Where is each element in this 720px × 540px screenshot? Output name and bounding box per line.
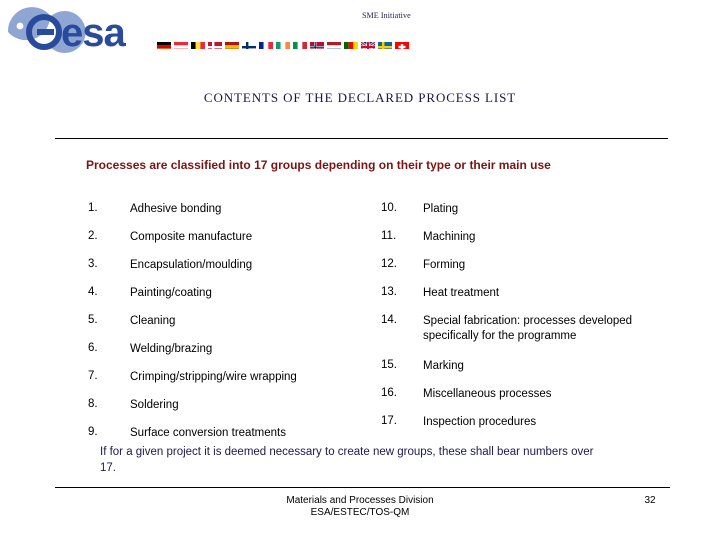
page-title: CONTENTS OF THE DECLARED PROCESS LIST [203,90,517,105]
process-item-number: 6. [88,342,98,354]
process-item-number: 9. [88,426,98,438]
footer-line-2: ESA/ESTEC/TOS-QM [310,507,410,518]
process-item-label: Encapsulation/moulding [130,259,253,271]
flag-finland-icon [242,39,256,49]
process-item-label: Machining [423,231,476,243]
flag-united-kingdom-icon [361,39,375,49]
flag-norway-icon [310,39,324,49]
slide-header: esa SME Initiative [0,0,720,70]
process-item-label: Inspection procedures [423,416,537,428]
process-item-number: 3. [88,258,98,270]
process-item-number: 11. [381,230,397,242]
process-item-number: 12. [381,258,397,270]
flag-ireland-icon [276,39,290,49]
footer-line-1: Materials and Processes Division [286,495,434,506]
flag-italy-icon [293,39,307,49]
flag-switzerland-icon [395,39,409,49]
process-item: 7. Crimping/stripping/wire wrapping [88,370,378,385]
process-item-number: 1. [88,202,98,214]
process-list-right-column: 10. Plating 11. Machining 12. Forming 13. Heat … [381,202,681,443]
process-item-number: 13. [381,286,397,298]
slide-footer: Materials and Processes Division ESA/EST… [0,495,720,519]
process-item-label: Composite manufacture [130,231,253,243]
process-item-label: Crimping/stripping/wire wrapping [130,371,297,383]
process-item: 17. Inspection procedures [381,415,681,430]
process-item: 5. Cleaning [88,314,378,329]
flag-denmark-icon [208,39,222,49]
process-item: 12. Forming [381,258,681,273]
process-item-number: 17. [381,415,397,427]
slide: esa SME Initiative CONTENTS OF THE DECLA… [0,0,720,540]
flag-portugal-icon [344,39,358,49]
subtitle-text: Processes are classified into 17 groups … [86,158,551,172]
process-item-number: 2. [88,230,98,242]
process-item: 6. Welding/brazing [88,342,378,357]
divider-top [55,138,668,139]
footnote-text: If for a given project it is deemed nece… [100,446,594,474]
process-item-label: Welding/brazing [130,343,213,355]
process-item: 10. Plating [381,202,681,217]
process-item-label: Heat treatment [423,287,500,299]
flag-netherlands-icon [327,39,341,49]
process-item: 9. Surface conversion treatments [88,426,378,441]
process-item-label: Marking [423,360,464,372]
process-item: 13. Heat treatment [381,286,681,301]
process-item-label: Soldering [130,399,179,411]
process-item-number: 7. [88,370,98,382]
process-item: 11. Machining [381,230,681,245]
flag-belgium-icon [191,39,205,49]
process-item: 16. Miscellaneous processes [381,387,681,402]
process-item-number: 16. [381,387,397,399]
process-item-label: Plating [423,203,459,215]
process-item-label: Adhesive bonding [130,203,222,215]
process-item-label: Painting/coating [130,287,212,299]
flag-austria-icon [174,39,188,49]
flag-spain-icon [225,39,239,49]
member-state-flags [157,39,409,49]
svg-text:esa: esa [61,11,126,55]
page-number: 32 [644,495,656,506]
process-item-number: 15. [381,359,397,371]
esa-logo: esa [4,6,164,58]
process-item-label: Special fabrication: processes developed… [423,315,633,342]
process-item-number: 8. [88,398,98,410]
process-item-label: Surface conversion treatments [130,427,286,439]
process-item: 8. Soldering [88,398,378,413]
process-item-number: 10. [381,202,397,214]
process-item: 3. Encapsulation/moulding [88,258,378,273]
flag-sweden-icon [378,39,392,49]
process-item: 15. Marking [381,359,681,374]
process-item-number: 14. [381,314,397,326]
process-item: 4. Painting/coating [88,286,378,301]
process-list-left-column: 1. Adhesive bonding 2. Composite manufactur… [88,202,378,454]
process-item: 2. Composite manufacture [88,230,378,245]
process-item-number: 5. [88,314,98,326]
divider-bottom [55,487,668,488]
process-item-label: Miscellaneous processes [423,388,552,400]
flag-germany-icon [157,39,171,49]
process-item: 14. Special fabrication: processes develo… [381,314,681,344]
process-item-label: Forming [423,259,466,271]
process-item: 1. Adhesive bonding [88,202,378,217]
divider-page-number [630,487,670,488]
flag-france-icon [259,39,273,49]
process-item-label: Cleaning [130,315,176,327]
process-item-number: 4. [88,286,98,298]
programme-label: SME Initiative [362,11,411,20]
